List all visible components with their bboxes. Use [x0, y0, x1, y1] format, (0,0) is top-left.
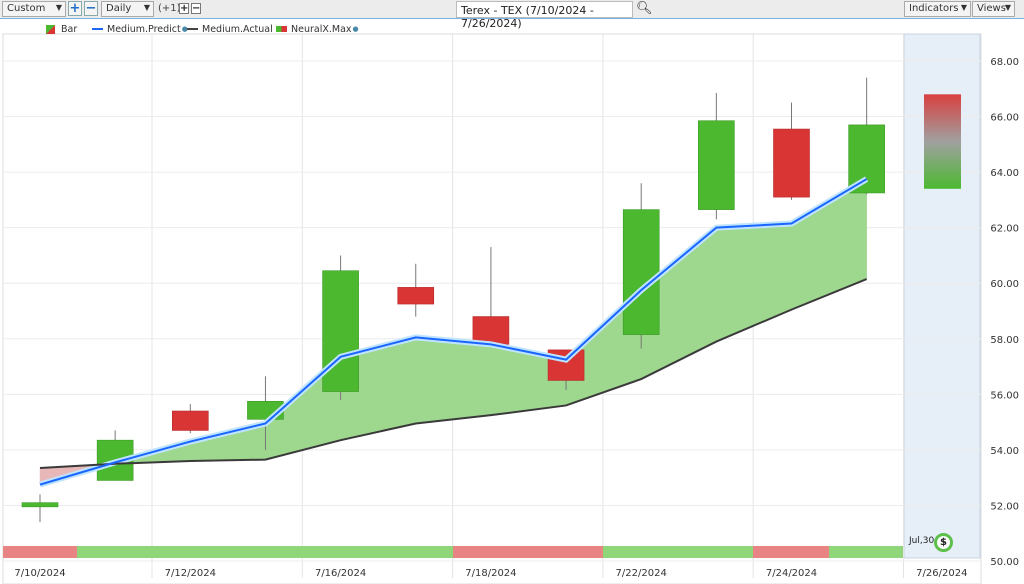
candle-body — [698, 120, 735, 210]
y-tick-label: 60.00 — [990, 279, 1019, 290]
bar-icon — [46, 24, 55, 34]
y-tick-label: 50.00 — [990, 557, 1019, 568]
neuralx-strip-segment — [603, 546, 753, 558]
neuralx-strip-segment — [77, 546, 453, 558]
candle-body — [322, 270, 359, 392]
legend-neural[interactable]: NeuralX.Max ● — [276, 22, 359, 36]
forecast-date-label: Jul,30 — [909, 536, 935, 546]
y-tick-label: 66.00 — [990, 113, 1019, 124]
y-tick-label: 64.00 — [990, 168, 1019, 179]
legend-predict[interactable]: Medium.Predict ● — [92, 22, 188, 36]
x-tick-label: 7/12/2024 — [165, 568, 216, 579]
candle-body — [622, 209, 660, 335]
y-tick-label: 56.00 — [990, 390, 1019, 401]
neuralx-strip-segment — [753, 546, 829, 558]
legend-predict-label: Medium.Predict — [107, 23, 181, 35]
y-tick-label: 54.00 — [990, 446, 1019, 457]
y-tick-label: 68.00 — [990, 57, 1019, 68]
price-chart: 50.00 52.00 54.00 56.00 58.00 60.00 62.00 64.00… — [2, 33, 1019, 584]
neuralx-strip-segment — [453, 546, 603, 558]
line-icon — [187, 28, 198, 30]
neuralx-strip-segment — [3, 546, 77, 558]
x-tick-label: 7/18/2024 — [465, 568, 516, 579]
forecast-candle — [924, 94, 961, 189]
neural-icon — [276, 26, 287, 32]
candle-body — [848, 124, 885, 194]
legend-neural-label: NeuralX.Max — [291, 23, 352, 35]
neuralx-strip-segment — [829, 546, 903, 558]
y-tick-label: 62.00 — [990, 224, 1019, 235]
x-tick-label: 7/10/2024 — [14, 568, 65, 579]
x-tick-label: 7/26/2024 — [916, 568, 967, 579]
x-tick-label: 7/22/2024 — [616, 568, 667, 579]
candle-body — [21, 502, 59, 508]
y-tick-label: 58.00 — [990, 335, 1019, 346]
legend-bar[interactable]: Bar — [46, 22, 77, 36]
x-tick-label: 7/16/2024 — [315, 568, 366, 579]
dollar-icon[interactable]: $ — [934, 533, 953, 552]
spread-fill — [415, 337, 492, 424]
x-tick-label: 7/24/2024 — [766, 568, 817, 579]
legend-bar-label: Bar — [61, 23, 78, 35]
line-icon — [92, 28, 103, 30]
legend-actual[interactable]: Medium.Actual — [187, 22, 273, 36]
candle-body — [397, 287, 435, 305]
candle-body — [172, 410, 209, 431]
y-tick-label: 52.00 — [990, 501, 1019, 512]
candle-body — [773, 128, 810, 198]
legend-actual-label: Medium.Actual — [202, 23, 273, 35]
